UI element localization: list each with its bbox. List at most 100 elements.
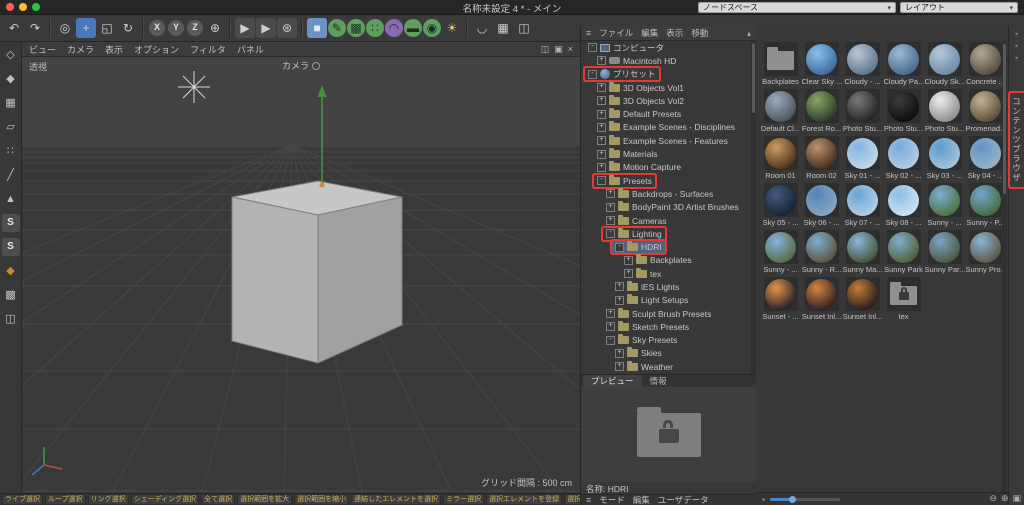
scrollbar-thumb[interactable] <box>1003 44 1006 194</box>
tree-item-default-presets[interactable]: +Default Presets <box>581 107 751 120</box>
edges-mode-button[interactable]: ╱ <box>2 166 20 184</box>
tree-item-hdri[interactable]: -HDRI <box>581 240 751 253</box>
palette-button-jp-3[interactable]: シェーディング選択 <box>131 494 200 505</box>
thumbnail-backplates[interactable]: Backplates <box>760 42 801 89</box>
bottom-menu-jp-1[interactable]: 編集 <box>633 494 650 505</box>
panel-menu-icon[interactable]: ≡ <box>586 28 591 38</box>
zoom-in-icon[interactable]: ⊕ <box>1001 493 1009 504</box>
expander-icon[interactable]: - <box>606 229 615 238</box>
palette-button-jp-4[interactable]: 全て選択 <box>201 494 235 505</box>
layout-select[interactable]: レイアウト ▾ <box>900 2 1018 13</box>
enable-snap-button[interactable]: S <box>2 214 20 232</box>
points-mode-button[interactable]: ∷ <box>2 142 20 160</box>
browser-menu-jp-1[interactable]: 編集 <box>641 27 658 39</box>
expander-icon[interactable]: + <box>615 362 624 371</box>
palette-button-jp-7[interactable]: 連結したエレメントを選択 <box>351 494 441 505</box>
subdivision-surface-button[interactable]: ▩ <box>347 19 365 37</box>
polygons-mode-button[interactable]: ▲ <box>2 190 20 208</box>
array-generator-button[interactable]: ∷ <box>366 19 384 37</box>
tab-jp-1[interactable]: 情報 <box>642 375 675 387</box>
tree-item-light-setups[interactable]: +Light Setups <box>581 294 751 307</box>
tree-item-sky-presets[interactable]: -Sky Presets <box>581 334 751 347</box>
rotate-tool-button[interactable]: ↻ <box>118 18 138 38</box>
expander-icon[interactable]: + <box>624 269 633 278</box>
thumbnail-sunny[interactable]: Sunny - ... <box>760 230 801 277</box>
z-axis-lock-button[interactable]: Z <box>187 20 203 36</box>
workplane-mode-button[interactable]: ▱ <box>2 118 20 136</box>
thumbnail-sky-02[interactable]: Sky 02 - ... <box>883 136 924 183</box>
panel-menu-icon[interactable]: ≡ <box>586 495 591 505</box>
thumbnail-room-02[interactable]: Room 02 <box>801 136 842 183</box>
tree-item-cameras[interactable]: +Cameras <box>581 214 751 227</box>
thumbnail-sky-05[interactable]: Sky 05 - ... <box>760 183 801 230</box>
viewport-menu-jp-1[interactable]: カメラ <box>67 43 94 56</box>
expander-icon[interactable]: + <box>597 83 606 92</box>
scale-tool-button[interactable]: ◱ <box>97 18 117 38</box>
expander-icon[interactable]: - <box>597 176 606 185</box>
expander-icon[interactable]: + <box>597 123 606 132</box>
camera-object-button[interactable]: ◉ <box>423 19 441 37</box>
floor-object-button[interactable]: ▬ <box>404 19 422 37</box>
palette-button-jp-0[interactable]: ライブ選択 <box>2 494 43 505</box>
tree-item-sculpt-brush-presets[interactable]: +Sculpt Brush Presets <box>581 307 751 320</box>
tree-item-tex[interactable]: +tex <box>581 267 751 280</box>
bend-deformer-button[interactable]: ◠ <box>385 19 403 37</box>
thumbnail-cloudy-sk[interactable]: Cloudy Sk... <box>924 42 965 89</box>
tree-item-jp-2[interactable]: -プリセット <box>581 68 751 81</box>
dock-tab-content-browser[interactable]: コンテンツブラウザ <box>1010 93 1024 187</box>
expander-icon[interactable]: + <box>606 216 615 225</box>
expander-icon[interactable]: + <box>597 96 606 105</box>
thumbnail-cloudy[interactable]: Cloudy - ... <box>842 42 883 89</box>
render-view-button[interactable]: ▶ <box>235 18 255 38</box>
maximize-viewport-icon[interactable]: ▣ <box>554 44 563 55</box>
expander-icon[interactable]: + <box>597 163 606 172</box>
browser-menu-jp-0[interactable]: ファイル <box>599 27 633 39</box>
tree-item-jp-0[interactable]: -コンピュータ <box>581 41 751 54</box>
expander-icon[interactable]: + <box>606 322 615 331</box>
thumbnail-size-slider[interactable] <box>770 498 840 501</box>
tree-item-macintosh-hd[interactable]: +Macintosh HD <box>581 54 751 67</box>
workplane-grid-button[interactable]: ▦ <box>493 18 513 38</box>
expander-icon[interactable]: - <box>615 243 624 252</box>
tree-item-weather[interactable]: +Weather <box>581 360 751 373</box>
tree-item-presets[interactable]: -Presets <box>581 174 751 187</box>
viewport-solo-button[interactable]: ◫ <box>2 310 20 328</box>
thumbnail-concrete[interactable]: Concrete ... <box>965 42 1006 89</box>
viewport-menu-jp-2[interactable]: 表示 <box>105 43 123 56</box>
texture-mode-button[interactable]: ▦ <box>2 94 20 112</box>
expander-icon[interactable]: + <box>615 282 624 291</box>
palette-button-jp-9[interactable]: 選択エレメントを登録 <box>486 494 562 505</box>
thumbnail-sunny[interactable]: Sunny - ... <box>924 183 965 230</box>
palette-button-jp-5[interactable]: 選択範囲を拡大 <box>237 494 292 505</box>
viewport-layout-icon[interactable]: ◫ <box>541 44 550 55</box>
palette-button-jp-6[interactable]: 選択範囲を縮小 <box>294 494 349 505</box>
thumbnail-sky-03[interactable]: Sky 03 - ... <box>924 136 965 183</box>
thumbnail-sky-04[interactable]: Sky 04 - ... <box>965 136 1006 183</box>
expander-icon[interactable]: + <box>606 203 615 212</box>
thumbnail-sky-07[interactable]: Sky 07 - ... <box>842 183 883 230</box>
x-axis-lock-button[interactable]: X <box>149 20 165 36</box>
thumbnail-cloudy-pa[interactable]: Cloudy Pa... <box>883 42 924 89</box>
tree-item-ies-lights[interactable]: +iES Lights <box>581 280 751 293</box>
camera-settings-icon[interactable] <box>312 62 320 70</box>
scrollbar-thumb[interactable] <box>752 43 755 113</box>
thumbnail-promenad[interactable]: Promenad... <box>965 89 1006 136</box>
y-axis-lock-button[interactable]: Y <box>168 20 184 36</box>
make-editable-button[interactable]: ◇ <box>2 46 20 64</box>
expander-icon[interactable]: + <box>606 189 615 198</box>
thumbnail-forest-ro[interactable]: Forest Ro... <box>801 89 842 136</box>
tree-item-sketch-presets[interactable]: +Sketch Presets <box>581 320 751 333</box>
thumbnail-sky-06[interactable]: Sky 06 - ... <box>801 183 842 230</box>
tree-item-bodypaint-3d-artist-brushes[interactable]: +BodyPaint 3D Artist Brushes <box>581 201 751 214</box>
thumbnail-sunny-par[interactable]: Sunny Par... <box>924 230 965 277</box>
thumbnail-sunny-ma[interactable]: Sunny Ma... <box>842 230 883 277</box>
tree-item-3d-objects-vol2[interactable]: +3D Objects Vol2 <box>581 94 751 107</box>
thumbnail-sunny-p[interactable]: Sunny - P... <box>965 183 1006 230</box>
expander-icon[interactable]: + <box>615 296 624 305</box>
window-zoom-button[interactable] <box>32 3 40 11</box>
tree-item-skies[interactable]: +Skies <box>581 347 751 360</box>
tree-item-motion-capture[interactable]: +Motion Capture <box>581 161 751 174</box>
tree-item-example-scenes-disciplines[interactable]: +Example Scenes - Disciplines <box>581 121 751 134</box>
add-cube-button[interactable]: ■ <box>307 18 327 38</box>
thumbnail-photo-stu[interactable]: Photo Stu... <box>883 89 924 136</box>
